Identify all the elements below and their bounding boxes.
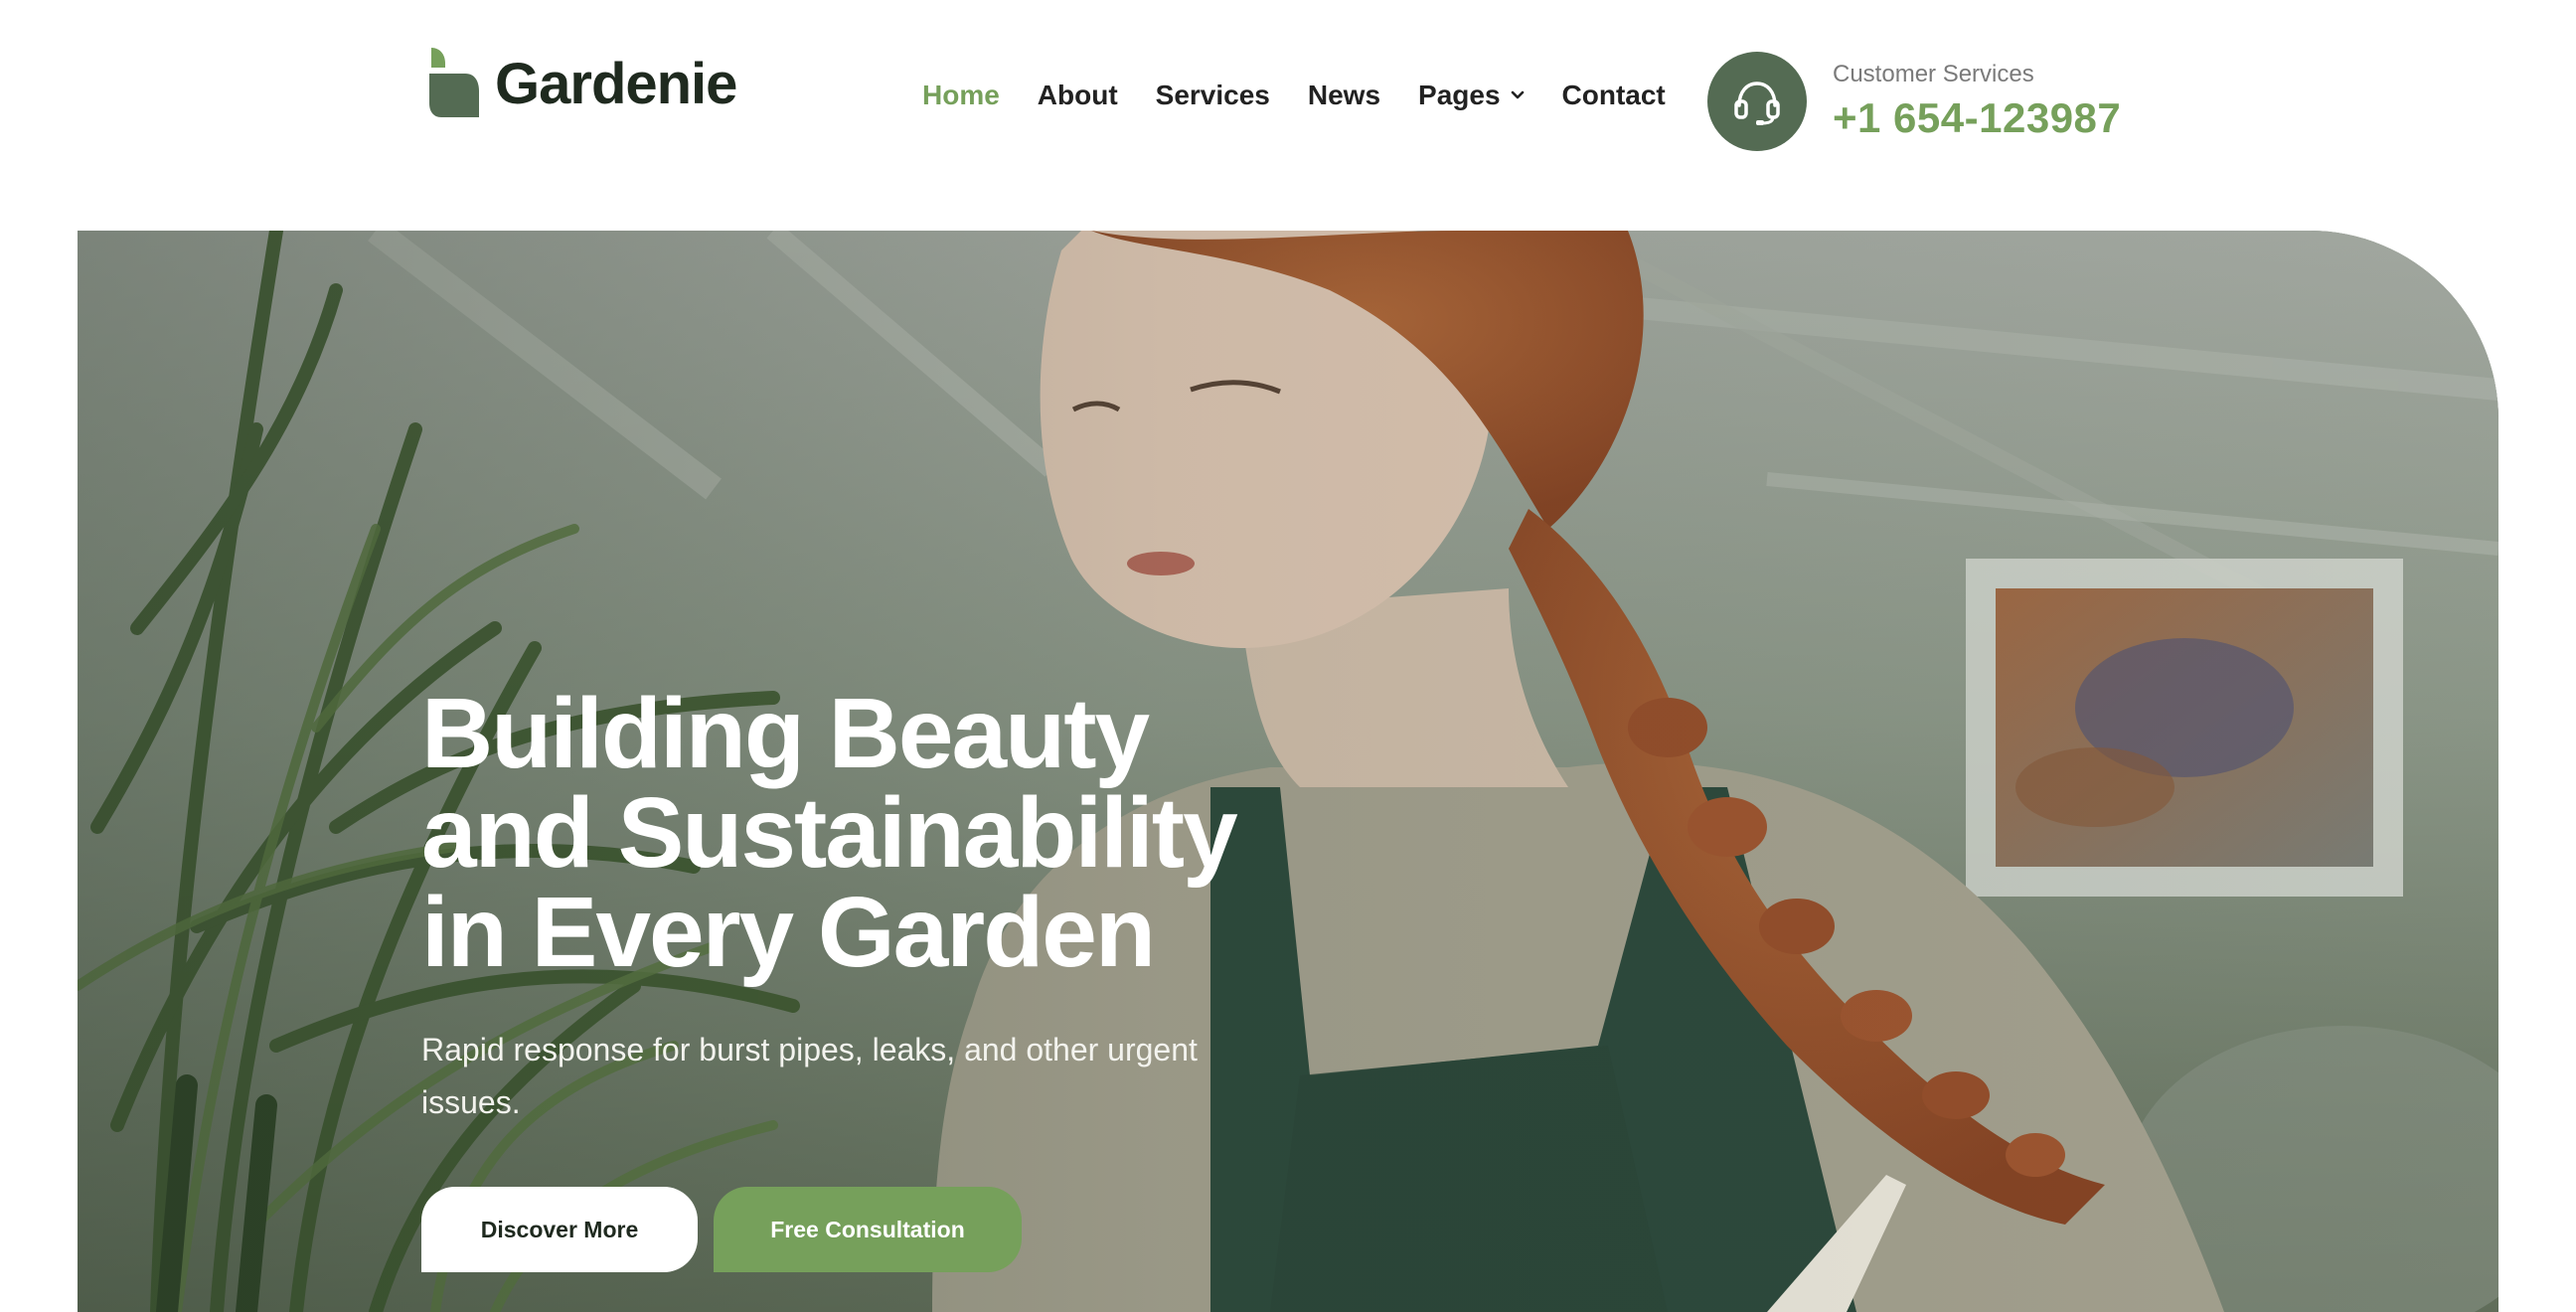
nav-item-contact[interactable]: Contact	[1562, 80, 1666, 111]
site-header: Gardenie Home About Services News Pages …	[0, 0, 2576, 231]
headset-icon	[1734, 82, 1780, 125]
nav-item-news[interactable]: News	[1308, 80, 1380, 111]
chevron-down-icon	[1511, 90, 1524, 99]
discover-more-button[interactable]: Discover More	[421, 1187, 698, 1272]
support-texts: Customer Services +1 654-123987	[1833, 61, 2121, 142]
support-label: Customer Services	[1833, 61, 2034, 87]
hero-subtitle: Rapid response for burst pipes, leaks, a…	[421, 1032, 1198, 1120]
support-icon-circle	[1707, 52, 1807, 151]
leaf-logo-icon	[429, 48, 479, 117]
hero-buttons: Discover More Free Consultation	[421, 1187, 1316, 1272]
main-nav: Home About Services News Pages Contact	[922, 80, 1666, 111]
hero-content: Building Beauty and Sustainability in Ever…	[421, 684, 1316, 1272]
hero-title-line-3: in Every Garden	[421, 877, 1156, 988]
hero-title-line-1: Building Beauty	[421, 678, 1150, 789]
free-consultation-button[interactable]: Free Consultation	[714, 1187, 1022, 1272]
hero-section: Building Beauty and Sustainability in Ever…	[78, 231, 2498, 1312]
hero-title: Building Beauty and Sustainability in Ever…	[421, 684, 1276, 982]
brand-name: Gardenie	[495, 51, 737, 116]
nav-item-about[interactable]: About	[1038, 80, 1118, 111]
nav-item-home[interactable]: Home	[922, 80, 1000, 111]
support-phone-link[interactable]: +1 654-123987	[1833, 94, 2121, 142]
nav-item-pages[interactable]: Pages	[1418, 80, 1525, 111]
hero-title-line-2: and Sustainability	[421, 777, 1238, 889]
site-logo[interactable]: Gardenie	[425, 46, 737, 121]
nav-item-services[interactable]: Services	[1156, 80, 1270, 111]
nav-item-pages-label: Pages	[1418, 80, 1501, 110]
customer-service-block: Customer Services +1 654-123987	[1707, 52, 2121, 151]
